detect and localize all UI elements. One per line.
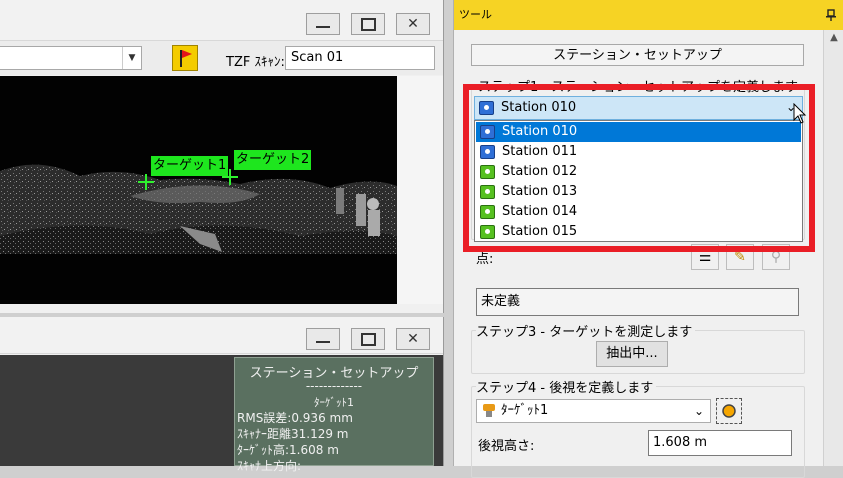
station-option-012[interactable]: Station 012 <box>476 162 801 182</box>
minimize-button[interactable] <box>306 13 340 35</box>
mouse-cursor-icon <box>793 103 807 124</box>
station-option-label: Station 010 <box>502 124 578 139</box>
target-pick-button[interactable] <box>716 398 742 424</box>
scan-toolbar: ▼ TZF ｽｷｬﾝ: Scan 01 <box>0 41 443 75</box>
flag-icon <box>180 50 192 67</box>
target-crosshair-2[interactable] <box>222 169 238 185</box>
step1-label: ステップ1 - ステーション・セットアップを定義します <box>478 76 801 95</box>
station-option-011[interactable]: Station 011 <box>476 142 801 162</box>
point-value-field: 未定義 <box>476 288 799 316</box>
station-blue-icon <box>479 101 494 115</box>
station-info-panel: ステーション・セットアップ ------------- ﾀｰｹﾞｯﾄ1 RMS誤… <box>234 357 434 473</box>
minimize-button-2[interactable] <box>306 328 340 350</box>
maximize-button[interactable] <box>351 13 385 35</box>
station-dropdown[interactable]: Station 010 ⌄ <box>474 96 803 120</box>
tool-pane-title: ツール <box>459 8 492 21</box>
minimize-icon <box>316 341 330 343</box>
station-option-013[interactable]: Station 013 <box>476 182 801 202</box>
info-rms: RMS誤差:0.936 mm <box>237 411 353 425</box>
scan-name-field[interactable]: Scan 01 <box>285 46 435 70</box>
point-label: 点: <box>476 248 497 267</box>
station-green-icon <box>480 185 495 199</box>
chevron-down-icon: ▼ <box>122 47 141 69</box>
list-icon: ☰ <box>698 249 712 265</box>
station-option-label: Station 012 <box>502 164 578 179</box>
station-setup-header: ステーション・セットアップ <box>471 44 804 66</box>
station-option-015[interactable]: Station 015 <box>476 222 801 242</box>
close-icon: ✕ <box>407 331 419 347</box>
target-label-1[interactable]: ターゲット1 <box>151 156 229 176</box>
target-pick-icon <box>722 404 736 418</box>
scan-view-window: ✕ ▼ TZF ｽｷｬﾝ: Scan 01 ターゲット1 ターゲット2 <box>0 0 444 313</box>
station-view-window: ✕ ステーション・セットアップ ------------- ﾀｰｹﾞｯﾄ1 RM… <box>0 317 444 473</box>
station-option-label: Station 011 <box>502 144 578 159</box>
close-button[interactable]: ✕ <box>396 13 430 35</box>
station-dropdown-value: Station 010 <box>501 100 577 115</box>
edit-button[interactable]: ✎ <box>726 244 754 270</box>
target-icon <box>483 404 495 417</box>
info-scanner-up: ｽｷｬﾅ上方向: <box>237 459 302 473</box>
target-label-2[interactable]: ターゲット2 <box>234 150 312 170</box>
scan-view-titlebar: ✕ <box>0 0 443 41</box>
info-target-height: ﾀｰｹﾞｯﾄ高:1.608 m <box>237 443 339 457</box>
point-cloud-image <box>0 76 397 304</box>
close-icon: ✕ <box>407 16 419 32</box>
station-option-010[interactable]: Station 010 <box>476 122 801 142</box>
maximize-button-2[interactable] <box>351 328 385 350</box>
point-cloud-viewport[interactable]: ターゲット1 ターゲット2 <box>0 76 397 304</box>
station-option-label: Station 014 <box>502 204 578 219</box>
backsight-height-label: 後視高さ: <box>478 435 538 454</box>
info-scanner-distance: ｽｷｬﾅｰ距離31.129 m <box>237 427 349 441</box>
list-button[interactable]: ☰ <box>691 244 719 270</box>
station-green-icon <box>480 225 495 239</box>
backsight-target-value: ﾀｰｹﾞｯﾄ1 <box>501 403 549 418</box>
backsight-target-select[interactable]: ﾀｰｹﾞｯﾄ1 ⌄ <box>476 399 711 423</box>
station-view-titlebar: ✕ <box>0 317 443 354</box>
info-separator: ------------- <box>305 379 363 393</box>
view-selector[interactable]: ▼ <box>0 46 142 70</box>
station-blue-icon <box>480 125 495 139</box>
station-option-label: Station 013 <box>502 184 578 199</box>
pane-scrollbar[interactable]: ▲ <box>823 30 843 466</box>
tzf-scan-label: TZF ｽｷｬﾝ: <box>226 55 285 70</box>
station-option-label: Station 015 <box>502 224 578 239</box>
station-green-icon <box>480 165 495 179</box>
station-option-014[interactable]: Station 014 <box>476 202 801 222</box>
viewport-side-area <box>397 76 443 304</box>
extract-button[interactable]: 抽出中... <box>596 341 668 367</box>
chevron-down-icon: ⌄ <box>693 404 704 418</box>
minimize-icon <box>316 26 330 28</box>
station-green-icon <box>480 205 495 219</box>
flag-button[interactable] <box>172 45 198 71</box>
station-blue-icon <box>480 145 495 159</box>
info-target-name: ﾀｰｹﾞｯﾄ1 <box>314 396 354 409</box>
link-icon: ⚲ <box>770 249 782 265</box>
maximize-icon <box>360 332 376 346</box>
backsight-height-field[interactable]: 1.608 m <box>648 430 792 456</box>
pencil-icon: ✎ <box>734 249 746 265</box>
step3-label: ステップ3 - ターゲットを測定します <box>476 321 696 340</box>
step4-label: ステップ4 - 後視を定義します <box>476 377 657 396</box>
scroll-up-icon[interactable]: ▲ <box>827 32 841 46</box>
maximize-icon <box>360 17 376 31</box>
target-crosshair-1[interactable] <box>138 174 154 190</box>
link-button[interactable]: ⚲ <box>762 244 790 270</box>
station-dropdown-list: Station 010 Station 011 Station 012 Stat… <box>474 120 803 242</box>
tool-pane-titlebar: ツール <box>454 0 843 30</box>
close-button-2[interactable]: ✕ <box>396 328 430 350</box>
